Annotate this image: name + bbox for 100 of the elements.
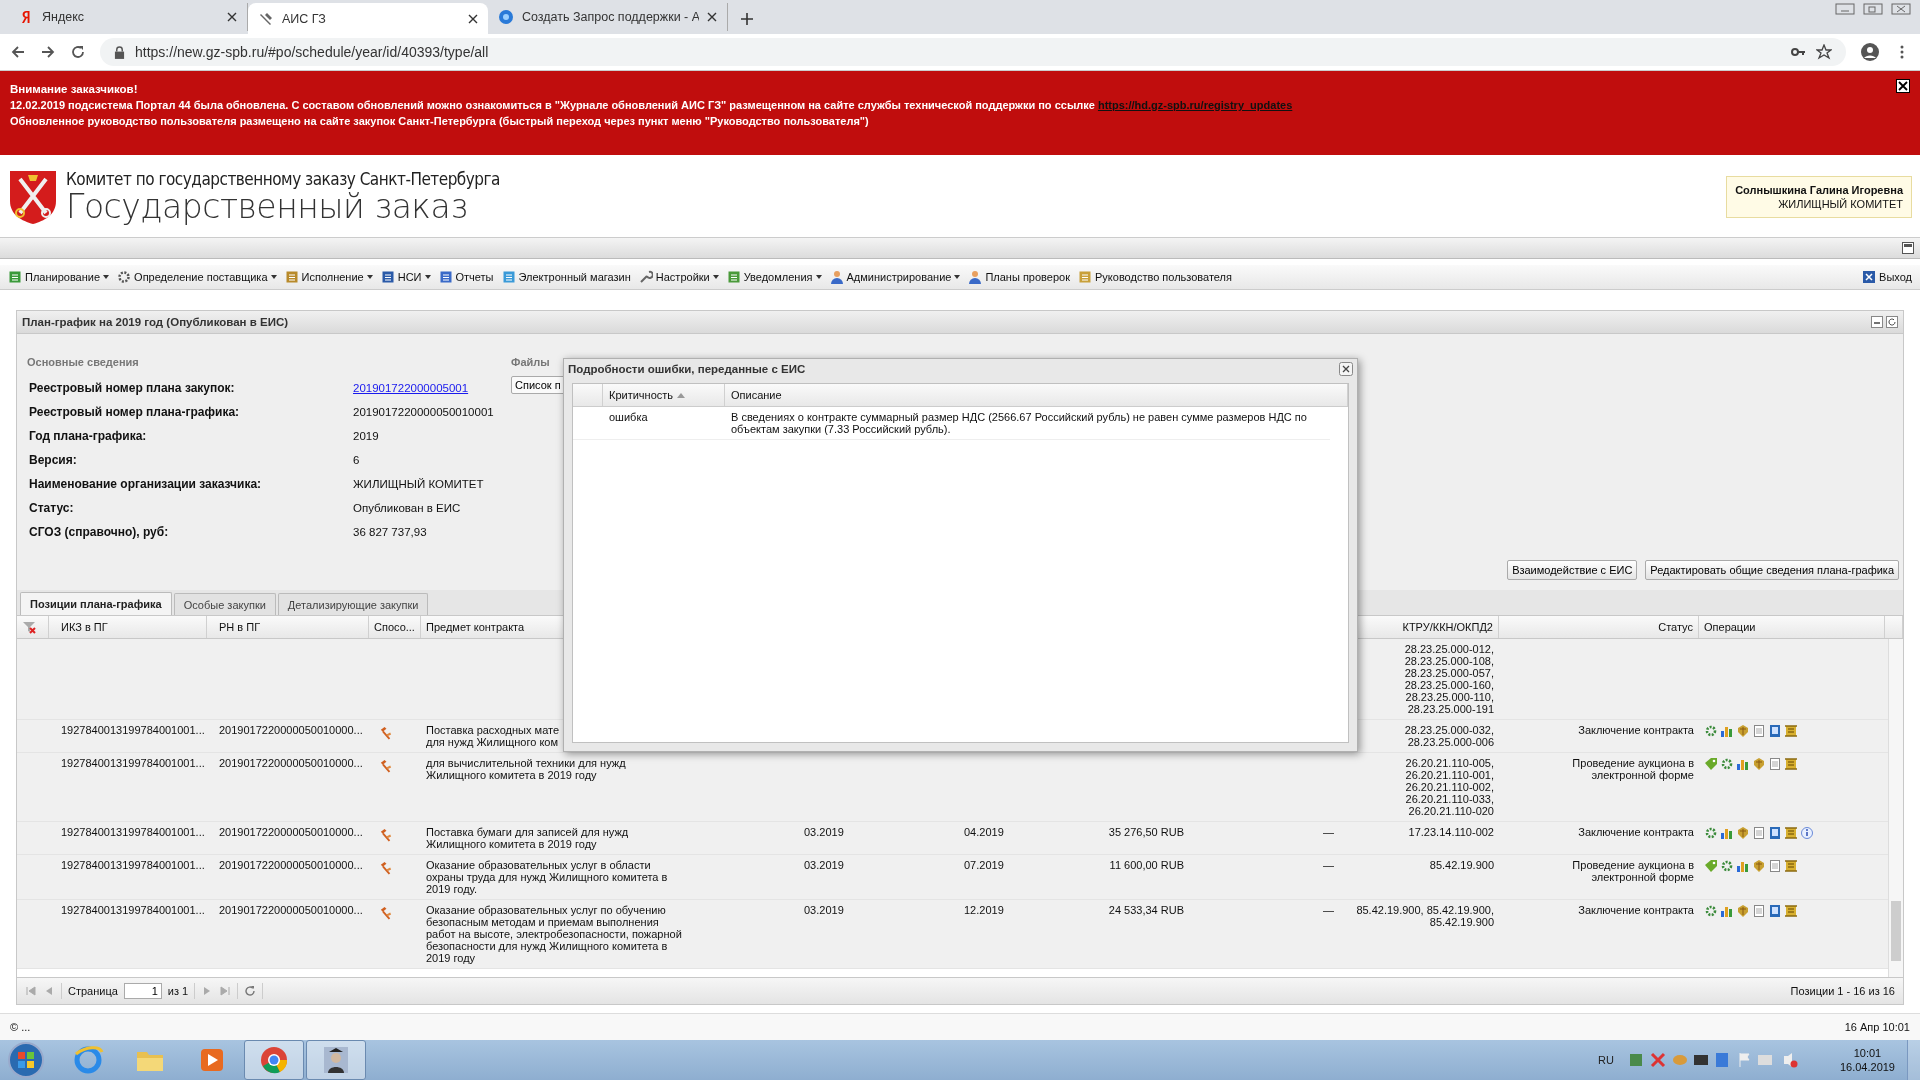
scroll-icon[interactable] (1784, 757, 1798, 771)
page-number-field[interactable]: 1 (123, 983, 162, 999)
table-cell: 1927840013199784001001... (61, 757, 205, 769)
bar-chart-icon[interactable] (1720, 826, 1734, 840)
tab[interactable]: Детализирующие закупки (277, 593, 429, 615)
close-icon[interactable] (1339, 362, 1353, 376)
language-indicator[interactable]: RU (1598, 1054, 1614, 1066)
scroll-icon[interactable] (1784, 826, 1798, 840)
table-cell: 26.20.21.110-033, (1405, 793, 1494, 805)
table-cell: 1927840013199784001001... (61, 826, 205, 838)
report-icon[interactable] (1768, 826, 1782, 840)
table-cell: 85.42.19.900 (1429, 916, 1494, 928)
tag-icon[interactable] (1704, 757, 1718, 771)
back-icon[interactable] (10, 44, 26, 60)
column-header[interactable]: Описание (731, 389, 782, 401)
taskbar-app[interactable] (306, 1040, 366, 1080)
logout-button[interactable]: Выход (1858, 270, 1916, 284)
tab[interactable]: Позиции плана-графика (20, 592, 172, 615)
column-header[interactable]: Операции (1704, 621, 1756, 633)
document-icon[interactable] (1752, 904, 1766, 918)
menu-item[interactable]: Исполнение (280, 270, 377, 284)
table-cell: 28.23.25.000-110, (1405, 691, 1494, 703)
bar-chart-icon[interactable] (1736, 859, 1750, 873)
wrench-icon (638, 270, 653, 284)
emblem-icon[interactable] (1752, 859, 1766, 873)
gear-icon[interactable] (1704, 904, 1718, 918)
clock-date[interactable]: 16.04.2019 (1839, 1060, 1895, 1074)
menu-item[interactable]: НСИ (376, 270, 435, 284)
menu-item[interactable]: Отчеты (434, 270, 498, 284)
report-icon[interactable] (1768, 904, 1782, 918)
action-button[interactable]: Редактировать общие сведения плана-графика (1645, 560, 1899, 580)
minimize-icon[interactable] (1871, 316, 1883, 328)
star-icon[interactable] (1816, 44, 1832, 60)
info-icon[interactable] (1800, 826, 1814, 840)
bar-chart-icon[interactable] (1736, 757, 1750, 771)
gear-icon[interactable] (1704, 826, 1718, 840)
tab[interactable]: Особые закупки (173, 593, 276, 615)
menu-item[interactable]: Уведомления (722, 270, 826, 284)
last-page-icon[interactable] (219, 985, 232, 997)
new-tab-icon[interactable] (740, 12, 754, 26)
column-header[interactable]: РН в ПГ (219, 621, 261, 633)
first-page-icon[interactable] (25, 985, 37, 997)
bar-chart-icon[interactable] (1720, 724, 1734, 738)
column-header[interactable]: ИКЗ в ПГ (61, 621, 108, 633)
reload-icon[interactable] (70, 44, 86, 60)
account-icon[interactable] (1860, 42, 1880, 62)
menu-item[interactable]: Определение поставщика (113, 270, 281, 284)
menu-item[interactable]: Планы проверок (964, 270, 1074, 284)
browser-tab[interactable]: АИС ГЗ (248, 3, 488, 34)
clock-time[interactable]: 10:01 (1853, 1046, 1882, 1060)
document-icon[interactable] (1768, 859, 1782, 873)
document-icon[interactable] (1752, 724, 1766, 738)
column-header[interactable]: Спосо... (374, 621, 415, 633)
menu-item[interactable]: Руководство пользователя (1074, 270, 1236, 284)
gear-icon[interactable] (1704, 724, 1718, 738)
start-button[interactable] (6, 1040, 46, 1080)
forward-icon[interactable] (40, 44, 56, 60)
scroll-icon[interactable] (1784, 904, 1798, 918)
column-header[interactable]: Статус (1658, 621, 1693, 633)
table-cell: 26.20.21.110-001, (1405, 769, 1494, 781)
tag-icon[interactable] (1704, 859, 1718, 873)
menu-item[interactable]: Планирование (4, 270, 114, 284)
scrollbar[interactable] (1888, 639, 1903, 977)
table-cell: — (1323, 859, 1334, 871)
collapse-icon[interactable] (1902, 242, 1914, 254)
column-header[interactable]: КТРУ/ККН/ОКПД2 (1402, 621, 1493, 633)
gear-icon[interactable] (1720, 859, 1734, 873)
refresh-icon[interactable] (244, 985, 257, 997)
table-cell: 17.23.14.110-002 (1408, 826, 1494, 838)
filter-clear-icon[interactable] (22, 620, 36, 634)
action-button[interactable]: Взаимодействие с ЕИС (1507, 560, 1638, 580)
plan-number-link[interactable]: 201901722000005001 (353, 382, 469, 394)
scroll-icon[interactable] (1784, 859, 1798, 873)
emblem-icon[interactable] (1736, 826, 1750, 840)
column-header[interactable]: Предмет контракта (426, 621, 525, 633)
column-header[interactable]: Критичность (609, 389, 674, 401)
document-icon[interactable] (1768, 757, 1782, 771)
sort-ascending-icon[interactable] (677, 392, 686, 398)
table-cell: ошибка (609, 411, 648, 423)
window-controls-icon[interactable] (1834, 2, 1914, 16)
close-icon[interactable] (707, 12, 717, 22)
emblem-icon[interactable] (1752, 757, 1766, 771)
close-icon[interactable] (468, 13, 478, 24)
dialog-title: Подробности ошибки, переданные с ЕИС (568, 363, 806, 375)
table-cell-text: Проведение аукциона в электронной форме (1571, 757, 1694, 781)
emblem-icon[interactable] (1736, 904, 1750, 918)
report-icon[interactable] (1768, 724, 1782, 738)
menu-item[interactable]: Администрирование (825, 270, 965, 284)
menu-item[interactable]: Электронный магазин (497, 270, 635, 284)
menu-item[interactable]: Настройки (634, 270, 723, 284)
gear-icon[interactable] (1720, 757, 1734, 771)
pager-summary: Позиции 1 - 16 из 16 (1790, 985, 1895, 997)
address-field[interactable]: https://new.gz-spb.ru/#po/schedule/year/id/40393/type/all (100, 38, 1846, 66)
close-icon[interactable] (1896, 79, 1910, 93)
bar-chart-icon[interactable] (1720, 904, 1734, 918)
refresh-icon[interactable] (1886, 316, 1898, 328)
close-icon[interactable] (227, 12, 237, 22)
scroll-icon[interactable] (1784, 724, 1798, 738)
emblem-icon[interactable] (1736, 724, 1750, 738)
document-icon[interactable] (1752, 826, 1766, 840)
